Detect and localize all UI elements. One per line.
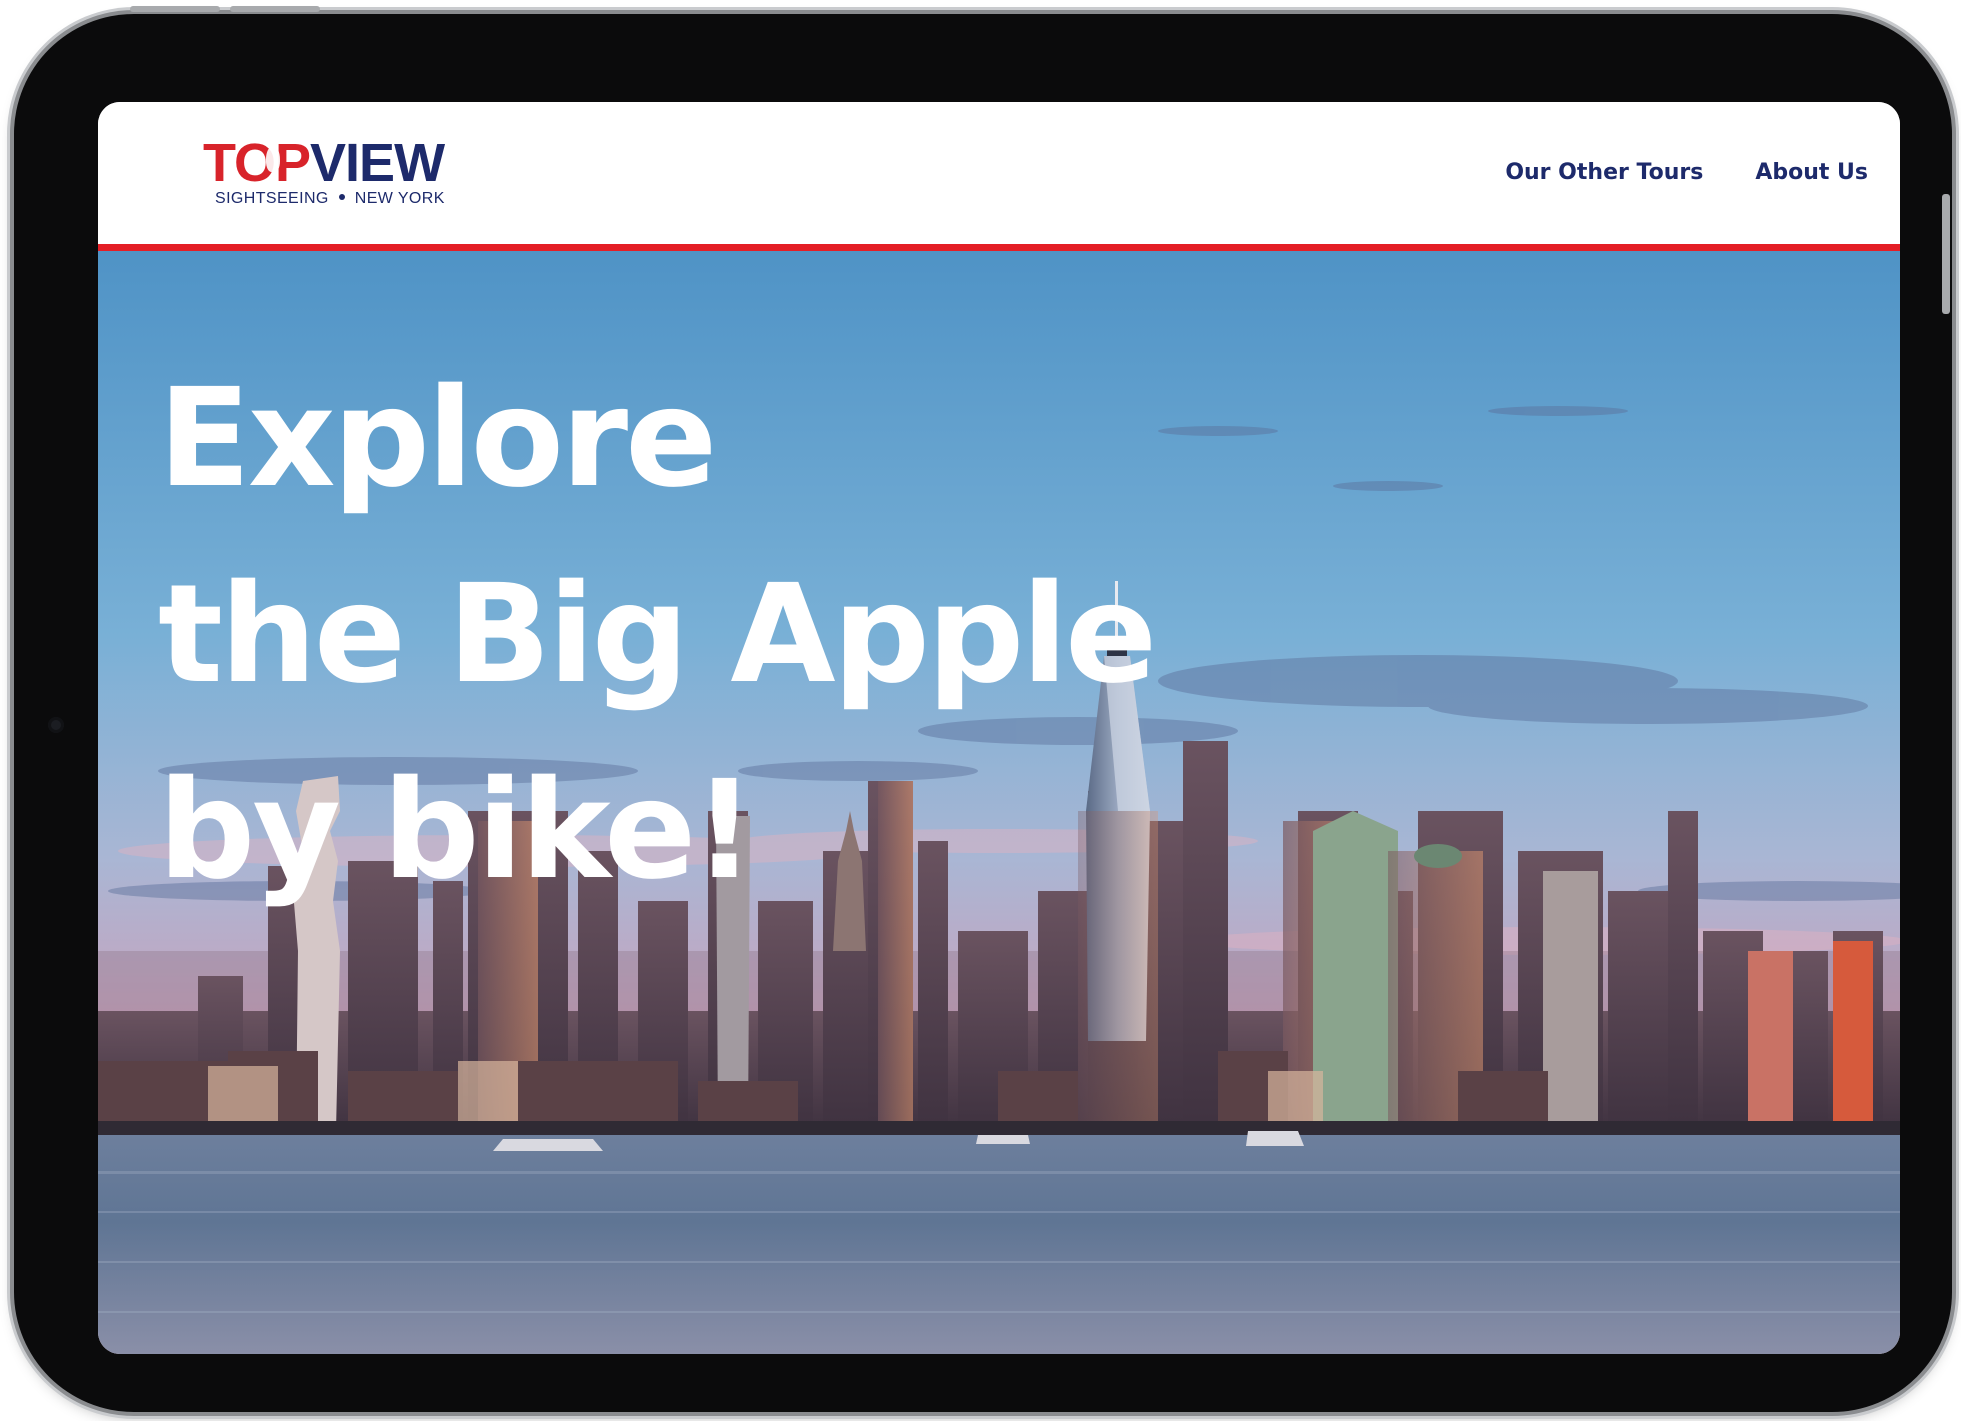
logo-wordmark: TOPVIEW (203, 133, 445, 193)
logo-text-view: VIEW (310, 133, 445, 193)
hero-banner: Explore the Big Apple by bike! (98, 251, 1900, 1354)
nav-link-about-us[interactable]: About Us (1755, 160, 1868, 185)
logo-text-top: TOP (203, 133, 311, 193)
logo-tagline-left: SIGHTSEEING (215, 190, 329, 207)
logo-tagline-right: NEW YORK (354, 190, 445, 207)
tablet-frame: TOPVIEW SIGHTSEEING NEW YORK Our Other To… (14, 6, 1952, 1412)
browser-viewport: TOPVIEW SIGHTSEEING NEW YORK Our Other To… (98, 102, 1900, 1354)
hero-headline: Explore the Big Apple by bike! (158, 341, 1157, 929)
topview-logo[interactable]: TOPVIEW SIGHTSEEING NEW YORK (203, 136, 493, 216)
statue-flame-icon (266, 146, 280, 172)
nav-link-other-tours[interactable]: Our Other Tours (1505, 160, 1703, 185)
hero-headline-line: by bike! (158, 752, 755, 910)
logo-tagline: SIGHTSEEING NEW YORK (215, 190, 445, 208)
front-camera (48, 717, 64, 733)
bullet-icon (338, 194, 345, 201)
main-nav: Our Other Tours About Us (1505, 160, 1868, 185)
volume-button (130, 6, 220, 12)
volume-button (230, 6, 320, 12)
site-header: TOPVIEW SIGHTSEEING NEW YORK Our Other To… (98, 102, 1900, 251)
hero-headline-line: Explore (158, 360, 717, 518)
hero-headline-line: the Big Apple (158, 556, 1157, 714)
power-button (1942, 194, 1950, 314)
